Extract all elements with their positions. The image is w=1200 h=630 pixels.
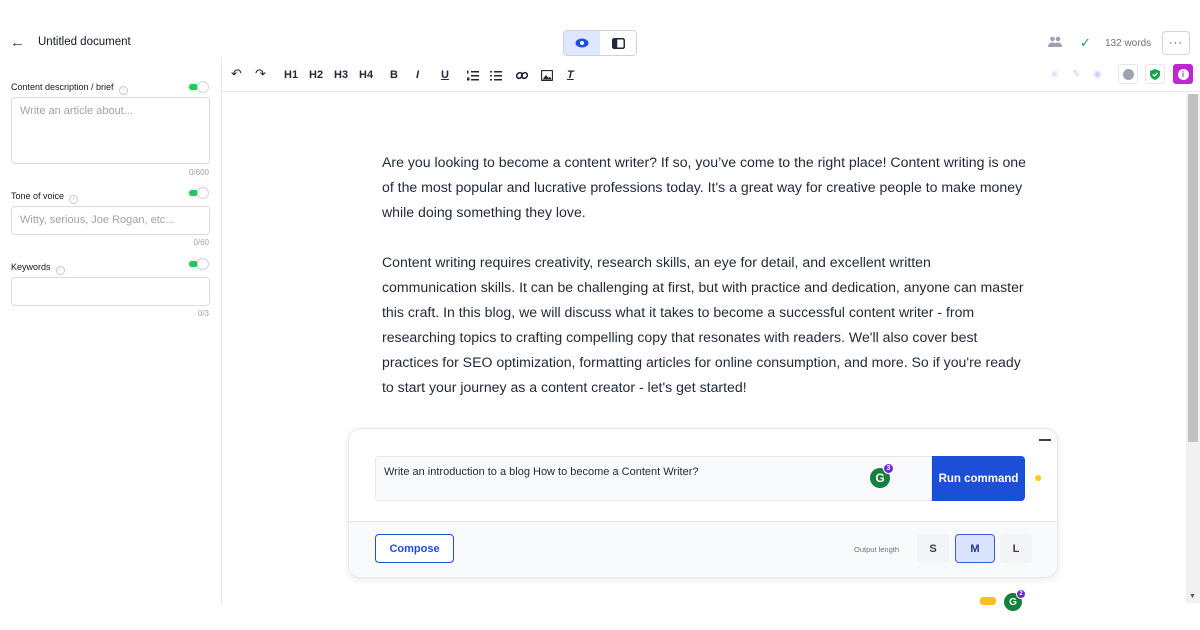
scrollbar-thumb[interactable] (1188, 94, 1198, 442)
formatting-toolbar: ↶ ↷ H1 H2 H3 H4 B I U T ✳ ✎ ◉ i (222, 61, 1200, 92)
italic-button[interactable]: I (416, 69, 419, 81)
keywords-counter: 0/3 (197, 309, 209, 318)
link-icon[interactable] (516, 70, 528, 81)
document-title[interactable]: Untitled document (38, 36, 131, 48)
sparkle-icon[interactable]: ✳ (1050, 64, 1059, 84)
size-l-button[interactable]: L (1000, 534, 1032, 563)
split-view-button[interactable] (600, 31, 636, 55)
floating-widgets: G2 (980, 589, 1026, 611)
info-panel-button[interactable]: i (1173, 64, 1193, 84)
eye-icon (575, 38, 589, 48)
pen-icon[interactable]: ✎ (1072, 64, 1080, 84)
ai-command-panel: Write an introduction to a blog How to b… (348, 428, 1058, 578)
tone-of-voice-input[interactable]: Witty, serious, Joe Rogan, etc... (11, 206, 210, 235)
grammarly-floating-icon[interactable]: G2 (1004, 589, 1026, 611)
editor-paragraph[interactable]: Are you looking to become a content writ… (382, 150, 1027, 225)
lightbulb-icon[interactable]: ● (1034, 469, 1042, 485)
saved-check-icon: ✓ (1080, 35, 1091, 50)
tone-of-voice-label: Tone of voice i (11, 191, 79, 204)
grammarly-button[interactable] (1118, 64, 1138, 84)
editor-paragraph[interactable]: Content writing requires creativity, res… (382, 250, 1027, 400)
size-m-button[interactable]: M (955, 534, 995, 563)
shield-check-icon (1150, 68, 1160, 80)
keywords-toggle[interactable] (187, 258, 209, 270)
redo-icon[interactable]: ↷ (255, 66, 266, 82)
content-brief-textarea[interactable]: Write an article about... (11, 97, 210, 164)
top-bar: ← Untitled document ✓ 132 words ··· (0, 0, 1200, 58)
content-brief-counter: 0/600 (188, 168, 209, 177)
ordered-list-icon[interactable] (467, 70, 479, 81)
heading-1-button[interactable]: H1 (284, 69, 298, 81)
editor-content[interactable]: Are you looking to become a content writ… (382, 150, 1027, 425)
collaborators-icon[interactable] (1048, 36, 1062, 48)
grammarly-icon (1122, 68, 1134, 80)
size-s-button[interactable]: S (917, 534, 949, 563)
info-icon: i (1177, 68, 1189, 80)
widget-tab-icon[interactable] (980, 597, 996, 605)
command-prompt-input[interactable]: Write an introduction to a blog How to b… (375, 456, 932, 501)
back-arrow-icon[interactable]: ← (10, 34, 25, 51)
settings-sidebar: Content description / brief i Write an ar… (0, 58, 222, 603)
info-icon[interactable]: i (55, 266, 65, 275)
image-icon[interactable] (541, 70, 553, 81)
bullet-list-icon[interactable] (490, 70, 502, 81)
tone-of-voice-toggle[interactable] (187, 187, 209, 199)
grammarly-icon[interactable]: G3 (870, 463, 894, 488)
heading-3-button[interactable]: H3 (334, 69, 348, 81)
undo-icon[interactable]: ↶ (231, 66, 242, 82)
info-icon[interactable]: i (69, 195, 79, 204)
more-options-button[interactable]: ··· (1162, 31, 1190, 55)
content-brief-toggle[interactable] (187, 81, 209, 93)
heading-4-button[interactable]: H4 (359, 69, 373, 81)
keywords-input[interactable] (11, 277, 210, 306)
editor-scrollbar[interactable]: ▼ (1186, 94, 1200, 603)
clear-format-icon[interactable]: T (567, 69, 574, 81)
view-toggle (563, 30, 637, 56)
target-icon[interactable]: ◉ (1093, 64, 1102, 84)
output-length-label: Output length (854, 545, 900, 554)
keywords-label: Keywords i (11, 262, 65, 275)
command-footer: Compose Output length S M L (349, 522, 1057, 577)
info-icon[interactable]: i (118, 86, 128, 95)
shield-button[interactable] (1145, 64, 1165, 84)
bold-button[interactable]: B (390, 69, 398, 81)
scroll-down-arrow-icon[interactable]: ▼ (1189, 593, 1196, 600)
minimize-icon[interactable] (1039, 439, 1051, 441)
heading-2-button[interactable]: H2 (309, 69, 323, 81)
run-command-button[interactable]: Run command (932, 456, 1025, 501)
content-brief-label: Content description / brief i (11, 82, 128, 95)
sidebar-layout-icon (611, 37, 625, 49)
tone-of-voice-counter: 0/60 (193, 238, 209, 247)
compose-button[interactable]: Compose (375, 534, 454, 563)
grammarly-badge: 3 (883, 463, 894, 474)
word-count: 132 words (1105, 38, 1152, 49)
grammarly-badge: 2 (1016, 589, 1026, 599)
preview-view-button[interactable] (564, 31, 600, 55)
underline-button[interactable]: U (441, 69, 449, 81)
